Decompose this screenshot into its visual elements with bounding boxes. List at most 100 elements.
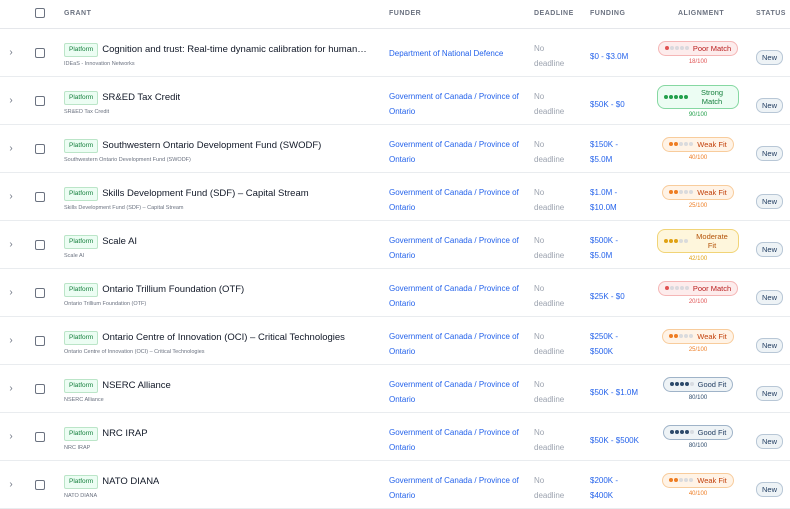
- grant-name[interactable]: NATO DIANA: [102, 476, 159, 487]
- table-row[interactable]: › Platform Ontario Centre of Innovation (…: [0, 317, 790, 365]
- grant-cell[interactable]: Platform NRC IRAP NRC IRAP: [64, 425, 382, 451]
- alignment-dot: [684, 382, 689, 386]
- expand-row-chevron-icon[interactable]: ›: [6, 287, 16, 299]
- deadline: No deadline: [534, 473, 574, 503]
- funder[interactable]: Government of Canada / Province of Ontar…: [389, 89, 525, 119]
- alignment-dots: [669, 430, 694, 434]
- table-row[interactable]: › Platform NSERC Alliance NSERC Alliance …: [0, 365, 790, 413]
- expand-row-chevron-icon[interactable]: ›: [6, 191, 16, 203]
- grant-name[interactable]: Scale AI: [102, 236, 137, 247]
- funder[interactable]: Government of Canada / Province of Ontar…: [389, 473, 525, 503]
- source-badge: Platform: [64, 186, 99, 201]
- expand-row-chevron-icon[interactable]: ›: [6, 479, 16, 491]
- expand-row-chevron-icon[interactable]: ›: [6, 143, 16, 155]
- grants-table: GRANT FUNDER DEADLINE FUNDING ALIGNMENT …: [0, 0, 790, 509]
- grant-name[interactable]: Cognition and trust: Real-time dynamic c…: [102, 44, 368, 55]
- status-badge[interactable]: New: [756, 194, 784, 209]
- funder[interactable]: Government of Canada / Province of Ontar…: [389, 233, 525, 263]
- expand-row-chevron-icon[interactable]: ›: [6, 335, 16, 347]
- grant-cell[interactable]: Platform Skills Development Fund (SDF) – …: [64, 185, 382, 211]
- alignment-dots: [669, 334, 694, 338]
- status-badge[interactable]: New: [756, 338, 784, 353]
- row-checkbox[interactable]: [35, 240, 45, 250]
- expand-row-chevron-icon[interactable]: ›: [6, 95, 16, 107]
- header-funder[interactable]: FUNDER: [389, 10, 421, 17]
- expand-row-chevron-icon[interactable]: ›: [6, 239, 16, 251]
- status-badge[interactable]: New: [756, 386, 784, 401]
- deadline-line: No: [534, 284, 545, 293]
- row-checkbox[interactable]: [35, 96, 45, 106]
- status-badge[interactable]: New: [756, 290, 784, 305]
- expand-row-chevron-icon[interactable]: ›: [6, 431, 16, 443]
- row-checkbox[interactable]: [35, 384, 45, 394]
- alignment-dots: [669, 142, 694, 146]
- row-checkbox[interactable]: [35, 336, 45, 346]
- alignment-label: Poor Match: [692, 43, 732, 53]
- grant-cell[interactable]: Platform Ontario Centre of Innovation (OC…: [64, 329, 382, 355]
- grant-name[interactable]: NSERC Alliance: [102, 380, 171, 391]
- alignment-dot: [669, 46, 674, 50]
- grant-cell[interactable]: Platform NATO DIANA NATO DIANA: [64, 473, 382, 499]
- header-status[interactable]: STATUS: [756, 10, 786, 17]
- expand-row-chevron-icon[interactable]: ›: [6, 383, 16, 395]
- table-row[interactable]: › Platform Cognition and trust: Real-time…: [0, 29, 790, 77]
- table-row[interactable]: › Platform Southwestern Ontario Developme…: [0, 125, 790, 173]
- alignment-badge: Moderate Fit: [657, 229, 739, 253]
- alignment-dot: [679, 478, 684, 482]
- funder[interactable]: Government of Canada / Province of Ontar…: [389, 281, 525, 311]
- header-funding[interactable]: FUNDING: [590, 10, 625, 17]
- row-checkbox[interactable]: [35, 48, 45, 58]
- table-row[interactable]: › Platform Scale AI Scale AI Government o…: [0, 221, 790, 269]
- table-row[interactable]: › Platform SR&ED Tax Credit SR&ED Tax Cre…: [0, 77, 790, 125]
- expand-row-chevron-icon[interactable]: ›: [6, 47, 16, 59]
- status-badge[interactable]: New: [756, 482, 784, 497]
- table-row[interactable]: › Platform NATO DIANA NATO DIANA Governme…: [0, 461, 790, 509]
- deadline-line: deadline: [534, 395, 565, 404]
- status-badge[interactable]: New: [756, 50, 784, 65]
- table-row[interactable]: › Platform NRC IRAP NRC IRAP Government o…: [0, 413, 790, 461]
- grant-cell[interactable]: Platform Southwestern Ontario Development…: [64, 137, 382, 163]
- row-checkbox[interactable]: [35, 288, 45, 298]
- header-alignment[interactable]: ALIGNMENT: [678, 10, 724, 17]
- grant-cell[interactable]: Platform Cognition and trust: Real-time d…: [64, 41, 382, 67]
- table-row[interactable]: › Platform Skills Development Fund (SDF) …: [0, 173, 790, 221]
- funder[interactable]: Government of Canada / Province of Ontar…: [389, 377, 525, 407]
- row-checkbox[interactable]: [35, 144, 45, 154]
- alignment-label: Weak Fit: [697, 331, 727, 341]
- row-checkbox[interactable]: [35, 192, 45, 202]
- grant-cell[interactable]: Platform SR&ED Tax Credit SR&ED Tax Credi…: [64, 89, 382, 115]
- grant-name[interactable]: Southwestern Ontario Development Fund (S…: [102, 140, 321, 151]
- alignment-dots: [669, 382, 694, 386]
- alignment-cell: Poor Match 20/100: [655, 277, 741, 305]
- row-checkbox[interactable]: [35, 480, 45, 490]
- grant-name[interactable]: Ontario Trillium Foundation (OTF): [102, 284, 244, 295]
- funding-line: $10.0M: [590, 203, 617, 212]
- grant-cell[interactable]: Platform Ontario Trillium Foundation (OTF…: [64, 281, 382, 307]
- grant-cell[interactable]: Platform Scale AI Scale AI: [64, 233, 382, 259]
- status-badge[interactable]: New: [756, 98, 784, 113]
- select-all-checkbox[interactable]: [35, 8, 45, 18]
- status-badge[interactable]: New: [756, 146, 784, 161]
- alignment-label: Strong Match: [700, 88, 724, 106]
- funder[interactable]: Government of Canada / Province of Ontar…: [389, 329, 525, 359]
- header-deadline[interactable]: DEADLINE: [534, 10, 574, 17]
- alignment-dot: [674, 95, 678, 99]
- deadline-line: deadline: [534, 443, 565, 452]
- grant-name[interactable]: SR&ED Tax Credit: [102, 92, 180, 103]
- alignment-dots: [669, 478, 694, 482]
- grant-cell[interactable]: Platform NSERC Alliance NSERC Alliance: [64, 377, 382, 403]
- funder[interactable]: Government of Canada / Province of Ontar…: [389, 137, 525, 167]
- alignment-dot: [669, 95, 673, 99]
- deadline: No deadline: [534, 377, 574, 407]
- grant-name[interactable]: Ontario Centre of Innovation (OCI) – Cri…: [102, 332, 345, 343]
- funder[interactable]: Government of Canada / Province of Ontar…: [389, 185, 525, 215]
- status-badge[interactable]: New: [756, 242, 784, 257]
- grant-name[interactable]: Skills Development Fund (SDF) – Capital …: [102, 188, 308, 199]
- table-row[interactable]: › Platform Ontario Trillium Foundation (O…: [0, 269, 790, 317]
- funder[interactable]: Department of National Defence: [389, 46, 525, 61]
- funder[interactable]: Government of Canada / Province of Ontar…: [389, 425, 525, 455]
- header-grant[interactable]: GRANT: [64, 10, 91, 17]
- status-badge[interactable]: New: [756, 434, 784, 449]
- grant-name[interactable]: NRC IRAP: [102, 428, 147, 439]
- row-checkbox[interactable]: [35, 432, 45, 442]
